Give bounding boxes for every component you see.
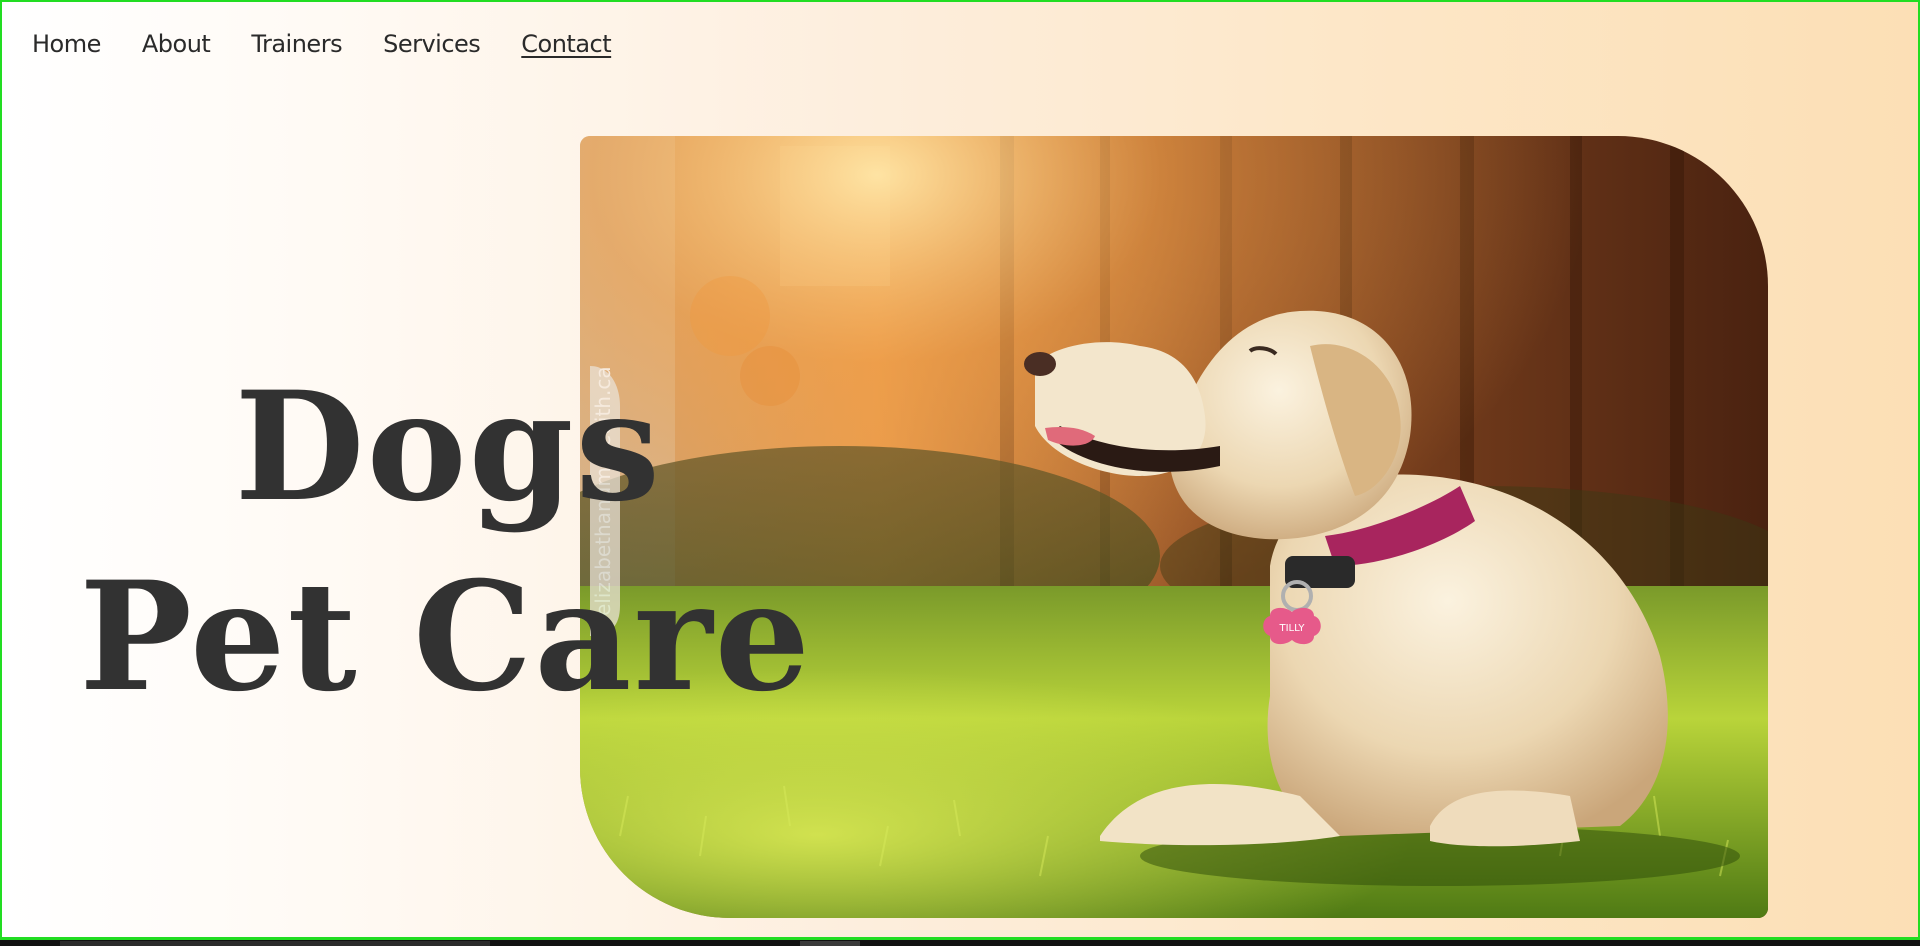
collar-tag-text: TILLY: [1279, 623, 1306, 634]
nav-trainers-link[interactable]: Trainers: [251, 30, 342, 58]
nav-home-link[interactable]: Home: [32, 30, 101, 58]
hero-title-line1: Dogs: [234, 359, 662, 535]
page: Home About Trainers Services Contact TIL…: [0, 0, 1920, 940]
taskbar: [0, 940, 1920, 946]
nav-about-link[interactable]: About: [142, 30, 211, 58]
taskbar-segment: [800, 941, 860, 946]
taskbar-segment: [60, 941, 490, 946]
hero-title-line2: Pet Care: [79, 549, 812, 725]
nav-services-link[interactable]: Services: [383, 30, 481, 58]
hero-title: Dogs Pet Care: [2, 352, 822, 732]
main-nav: Home About Trainers Services Contact: [32, 30, 652, 58]
nav-contact-link[interactable]: Contact: [521, 30, 611, 58]
